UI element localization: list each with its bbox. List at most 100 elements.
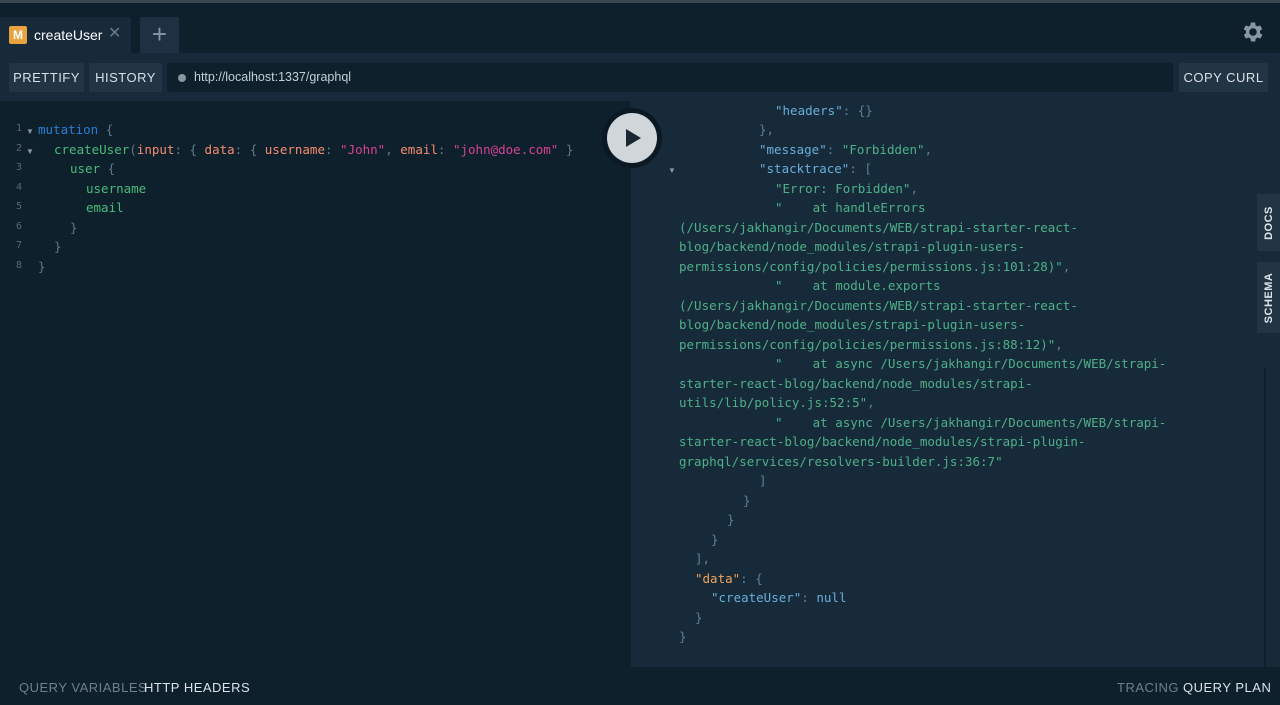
result-scrollbar[interactable] [1264,368,1266,667]
json-string: blog/backend/node_modules/strapi-plugin-… [679,239,1026,254]
play-icon [626,129,641,147]
line-number: 5 [15,201,22,212]
field-user: user [70,161,101,176]
result-line: } [711,530,719,550]
http-headers-tab[interactable]: HTTP HEADERS [144,681,250,695]
punct: : { [174,142,198,157]
fold-arrow-icon[interactable]: ▼ [26,147,34,156]
json-punct: : [826,141,842,157]
json-string: " at handleErrors [775,200,926,215]
json-punct: } [711,531,719,547]
result-line: "headers": {} [775,101,873,120]
json-punct: : { [740,570,763,586]
json-string: (/Users/jakhangir/Documents/WEB/strapi-s… [679,219,1078,235]
json-string: permissions/config/policies/permissions.… [679,258,1063,274]
code-line-3: user { [70,159,115,179]
docs-tab[interactable]: DOCS [1257,194,1280,251]
field-createuser: createUser [54,142,130,157]
json-punct: } [679,629,687,644]
query-editor[interactable]: 1 2 3 4 5 6 7 8 mutation { createUser(input: { … [0,101,631,667]
add-tab-button[interactable]: + [140,17,179,53]
json-punct: : {} [842,102,873,118]
result-line: " at handleErrors [775,198,926,218]
json-punct: ], [695,551,711,566]
query-variables-tab[interactable]: QUERY VARIABLES [19,681,147,695]
copy-curl-button[interactable]: COPY CURL [1179,63,1268,92]
json-punct: : [801,590,817,605]
json-punct: , [867,395,875,410]
brace: } [565,142,574,157]
json-punct: : [ [849,161,872,176]
result-line: } [695,608,703,628]
json-punct: , [1062,258,1071,274]
json-string: starter-react-blog/backend/node_modules/… [679,434,1086,449]
tracing-tab[interactable]: TRACING [1117,681,1179,695]
brace: { [107,161,116,176]
result-line: blog/backend/node_modules/strapi-plugin-… [679,237,1025,257]
line-number: 1 [15,123,22,134]
result-line: starter-react-blog/backend/node_modules/… [679,432,1085,452]
endpoint-url-input[interactable]: http://localhost:1337/graphql [167,63,1173,92]
history-button[interactable]: HISTORY [89,63,162,92]
code-line-5: email [86,200,124,215]
result-line: "data": { [695,569,763,589]
arg-input: input [136,142,175,157]
json-string: utils/lib/policy.js:52:5" [679,395,868,410]
json-string: "Error: Forbidden" [775,180,911,196]
result-line: (/Users/jakhangir/Documents/WEB/strapi-s… [679,218,1078,238]
schema-label: SCHEMA [1262,272,1275,323]
tab-title: createUser [34,27,103,43]
result-pane: },"headers": {}},"message": "Forbidden",… [631,101,1257,667]
json-string: (/Users/jakhangir/Documents/WEB/strapi-s… [679,297,1078,313]
json-key: "headers" [775,102,843,118]
json-string: " at module.exports [775,278,941,293]
paren: ( [129,142,137,157]
json-null: null [816,590,847,605]
toolbar: PRETTIFY HISTORY http://localhost:1337/g… [0,53,1280,101]
code-line-8: } [38,259,46,274]
line-number: 8 [15,259,22,271]
keyword-mutation: mutation [38,122,99,137]
tab-bar: M createUser ✕ + [0,3,1280,53]
fold-arrow-icon[interactable]: ▼ [668,166,676,175]
line-number: 7 [15,240,22,251]
result-line: permissions/config/policies/permissions.… [679,257,1070,277]
result-line: "message": "Forbidden", [759,140,932,160]
prettify-button[interactable]: PRETTIFY [9,63,84,92]
json-string: permissions/config/policies/permissions.… [679,336,1056,352]
run-query-button[interactable] [603,109,661,167]
docs-label: DOCS [1262,205,1275,240]
query-plan-tab[interactable]: QUERY PLAN [1183,681,1271,695]
gear-icon[interactable] [1240,19,1266,45]
arg-email: email [400,142,438,157]
connection-status-icon [178,74,186,82]
line-number: 4 [15,181,22,193]
result-line: "stacktrace": [ [759,159,872,179]
value-email: "john@doe.com" [452,142,559,157]
close-icon[interactable]: ✕ [108,25,121,43]
json-string: " at async /Users/jakhangir/Documents/WE… [775,356,1167,371]
result-line: " at module.exports [775,276,941,296]
endpoint-url-text: http://localhost:1337/graphql [194,70,352,84]
code-line-7: } [54,239,62,254]
json-key: "stacktrace" [759,161,850,176]
json-key: "data" [695,570,741,586]
json-punct: , [924,141,933,157]
fold-arrow-icon[interactable]: ▼ [26,127,34,136]
comma: , [385,142,393,157]
line-number: 3 [15,162,22,173]
result-line: ] [759,471,767,491]
code-line-4: username [86,181,147,196]
arg-data: data [204,142,235,157]
json-punct: , [910,180,918,196]
code-line-2: createUser(input: { data: { username: "J… [54,142,574,157]
json-key: "createUser" [711,590,802,605]
arg-username: username [264,142,325,157]
result-line: (/Users/jakhangir/Documents/WEB/strapi-s… [679,296,1078,316]
brace: { [105,122,114,137]
result-line: }, [759,120,774,140]
schema-tab[interactable]: SCHEMA [1257,262,1280,333]
tab-createuser[interactable]: M createUser ✕ [0,17,131,53]
json-punct: } [727,512,735,527]
json-punct: ] [759,473,767,488]
